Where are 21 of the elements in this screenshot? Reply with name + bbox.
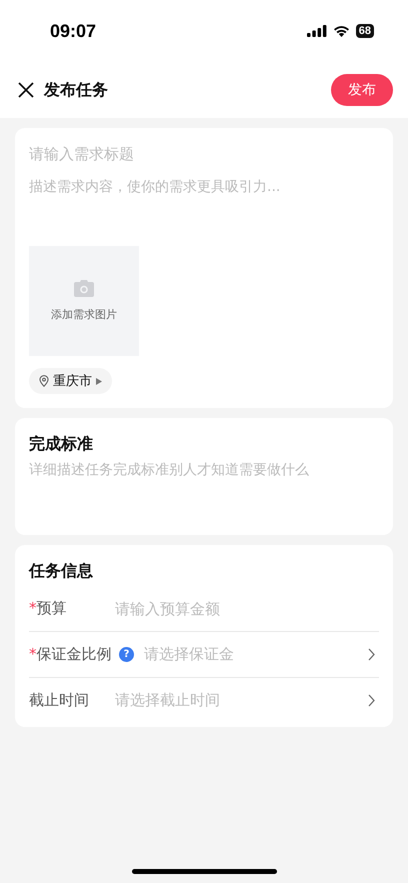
chevron-right-icon <box>368 694 375 707</box>
close-icon[interactable] <box>18 82 34 98</box>
triangle-icon <box>96 378 102 384</box>
page-title: 发布任务 <box>44 80 109 100</box>
criteria-field[interactable]: 详细描述任务完成标准别人才知道需要做什么 <box>15 455 393 535</box>
camera-icon <box>74 280 94 297</box>
chevron-right-icon <box>368 648 375 661</box>
field-label: *预算 <box>29 599 68 618</box>
publish-button[interactable]: 发布 <box>331 74 393 106</box>
battery-level: 68 <box>356 24 374 38</box>
field-label: *保证金比例 <box>29 645 112 664</box>
location-chip[interactable]: 重庆市 <box>29 368 112 394</box>
section-title: 任务信息 <box>29 561 94 582</box>
signal-icon <box>306 25 327 37</box>
field-label: 截止时间 <box>29 691 90 710</box>
wifi-icon <box>332 25 350 37</box>
status-time: 09:07 <box>50 20 96 42</box>
location-pin-icon <box>39 375 49 387</box>
section-title: 完成标准 <box>15 418 393 455</box>
help-icon[interactable]: ? <box>119 647 134 662</box>
add-image-button[interactable]: 添加需求图片 <box>29 246 139 356</box>
